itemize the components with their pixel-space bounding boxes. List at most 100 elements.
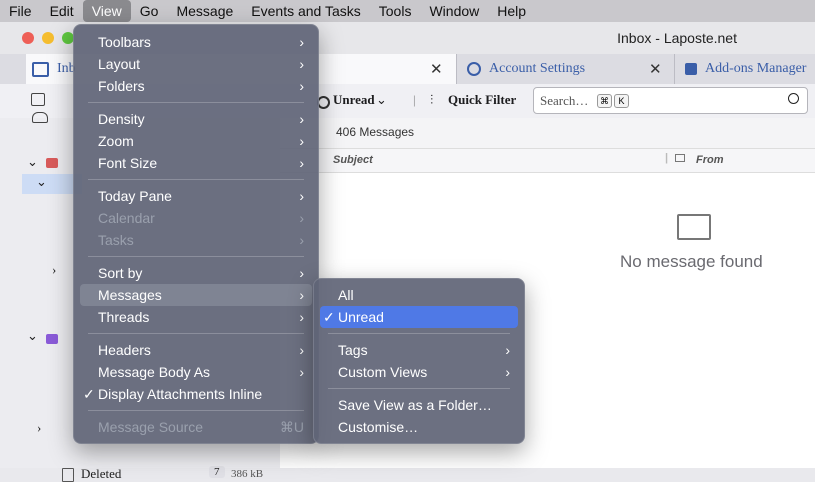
message-count-bar: 406 Messages <box>280 118 815 148</box>
checkmark-icon: ✓ <box>83 386 95 402</box>
account-icon <box>46 158 58 168</box>
chevron-right-icon: › <box>299 287 304 303</box>
view-menu-item-message-body-as[interactable]: Message Body As › <box>80 361 312 383</box>
view-menu-item-zoom[interactable]: Zoom › <box>80 130 312 152</box>
tab-inbox-close-icon[interactable]: ✕ <box>430 60 443 78</box>
chevron-right-icon: › <box>299 78 304 94</box>
messages-submenu-item-label: Save View as a Folder… <box>338 397 492 413</box>
chevron-down-icon[interactable]: ⌄ <box>27 328 38 344</box>
view-menu-item-display-attachments-inline[interactable]: Display Attachments Inline ✓ <box>80 383 312 405</box>
view-menu-separator <box>88 333 304 334</box>
column-from[interactable]: From <box>696 154 724 166</box>
view-menu-item-label: Messages <box>98 287 162 303</box>
view-menu-item-label: Density <box>98 111 145 127</box>
macos-menu-bar: File Edit View Go Message Events and Tas… <box>0 0 815 22</box>
column-header: Subject | From <box>280 148 815 173</box>
view-menu-item-today-pane[interactable]: Today Pane › <box>80 185 312 207</box>
minimize-window-button[interactable] <box>42 32 54 44</box>
view-menu-item-sort-by[interactable]: Sort by › <box>80 262 312 284</box>
search-placeholder: Search… <box>540 93 589 108</box>
column-divider[interactable]: | <box>665 152 668 164</box>
view-menu-item-threads[interactable]: Threads › <box>80 306 312 328</box>
view-menu-item-font-size[interactable]: Font Size › <box>80 152 312 174</box>
chevron-right-icon: › <box>299 232 304 248</box>
tab-account-settings-close-icon[interactable]: ✕ <box>649 60 662 78</box>
unread-filter-button[interactable]: Unread <box>333 92 375 108</box>
view-menu-separator <box>88 410 304 411</box>
view-menu: Toolbars › Layout › Folders › Density › Zoom › Fon… <box>73 24 319 444</box>
tab-account-settings[interactable]: Account Settings ✕ <box>456 54 675 84</box>
chevron-right-icon: › <box>505 364 510 380</box>
view-menu-item-headers[interactable]: Headers › <box>80 339 312 361</box>
messages-submenu: All Unread ✓ Tags › Custom Views › Save View as… <box>313 278 525 444</box>
chevron-right-icon: › <box>299 34 304 50</box>
view-menu-item-label: Folders <box>98 78 145 94</box>
menu-file[interactable]: File <box>0 0 41 22</box>
view-menu-item-label: Font Size <box>98 155 158 171</box>
tab-addons-label: Add-ons Manager <box>705 61 807 76</box>
chevron-right-icon: › <box>299 155 304 171</box>
menu-window[interactable]: Window <box>420 0 488 22</box>
view-menu-item-message-source: Message Source ⌘U <box>80 416 312 438</box>
chevron-right-icon: › <box>299 56 304 72</box>
quick-filter-button[interactable]: Quick Filter <box>448 92 516 108</box>
view-menu-item-label: Sort by <box>98 265 143 281</box>
view-menu-item-density[interactable]: Density › <box>80 108 312 130</box>
inbox-tab-icon <box>32 61 49 77</box>
menu-tools[interactable]: Tools <box>370 0 421 22</box>
local-folders-icon <box>46 334 58 344</box>
chevron-right-icon: › <box>299 210 304 226</box>
menu-events-and-tasks[interactable]: Events and Tasks <box>242 0 369 22</box>
layout-icon[interactable] <box>31 93 45 106</box>
messages-submenu-item-unread[interactable]: Unread ✓ <box>320 306 518 328</box>
menu-edit[interactable]: Edit <box>41 0 83 22</box>
view-menu-item-label: Message Body As <box>98 364 211 380</box>
messages-submenu-item-tags[interactable]: Tags › <box>320 339 518 361</box>
chevron-down-icon[interactable]: ⌄ <box>27 154 38 170</box>
messages-submenu-item-label: Tags <box>338 342 368 358</box>
tab-addons-manager[interactable]: Add-ons Manager <box>674 54 815 84</box>
checkmark-icon: ✓ <box>323 309 335 325</box>
messages-submenu-item-label: Unread <box>338 309 384 325</box>
empty-message-text: No message found <box>620 252 763 271</box>
messages-submenu-item-customise[interactable]: Customise… <box>320 416 518 438</box>
menu-message[interactable]: Message <box>167 0 242 22</box>
get-messages-icon[interactable] <box>32 112 48 123</box>
column-subject[interactable]: Subject <box>333 154 373 166</box>
message-count: 406 Messages <box>336 125 415 139</box>
view-menu-item-layout[interactable]: Layout › <box>80 53 312 75</box>
menu-help[interactable]: Help <box>488 0 535 22</box>
shortcut-label: ⌘U <box>279 419 304 435</box>
toolbar-divider: | <box>413 92 416 107</box>
view-menu-item-toolbars[interactable]: Toolbars › <box>80 31 312 53</box>
chevron-right-icon[interactable]: › <box>52 262 56 278</box>
empty-envelope-icon <box>677 214 711 240</box>
view-menu-item-label: Toolbars <box>98 34 151 50</box>
search-box[interactable]: Search… ⌘ K <box>533 87 808 114</box>
menu-go[interactable]: Go <box>131 0 168 22</box>
chevron-right-icon[interactable]: › <box>37 420 41 436</box>
window-title: Inbox - Laposte.net <box>617 30 737 46</box>
chevron-right-icon: › <box>299 111 304 127</box>
messages-submenu-separator <box>328 333 510 334</box>
chevron-down-icon[interactable]: ⌄ <box>376 92 387 108</box>
menu-view[interactable]: View <box>82 0 131 22</box>
gear-icon <box>467 62 481 76</box>
messages-submenu-item-save-view-as-a-folder[interactable]: Save View as a Folder… <box>320 394 518 416</box>
messages-submenu-item-all[interactable]: All <box>320 284 518 306</box>
puzzle-icon <box>685 63 697 75</box>
view-menu-item-label: Zoom <box>98 133 134 149</box>
messages-submenu-item-custom-views[interactable]: Custom Views › <box>320 361 518 383</box>
chevron-right-icon: › <box>299 309 304 325</box>
shortcut-cmd-key: ⌘ <box>597 94 612 108</box>
messages-submenu-item-label: All <box>338 287 354 303</box>
view-menu-item-label: Today Pane <box>98 188 172 204</box>
view-menu-item-messages[interactable]: Messages › <box>80 284 312 306</box>
chevron-right-icon: › <box>299 342 304 358</box>
folder-deleted-label[interactable]: Deleted <box>81 466 121 482</box>
trash-icon <box>62 468 74 482</box>
view-menu-item-folders[interactable]: Folders › <box>80 75 312 97</box>
close-window-button[interactable] <box>22 32 34 44</box>
view-menu-separator <box>88 256 304 257</box>
chevron-down-icon[interactable]: ⌄ <box>36 174 47 190</box>
